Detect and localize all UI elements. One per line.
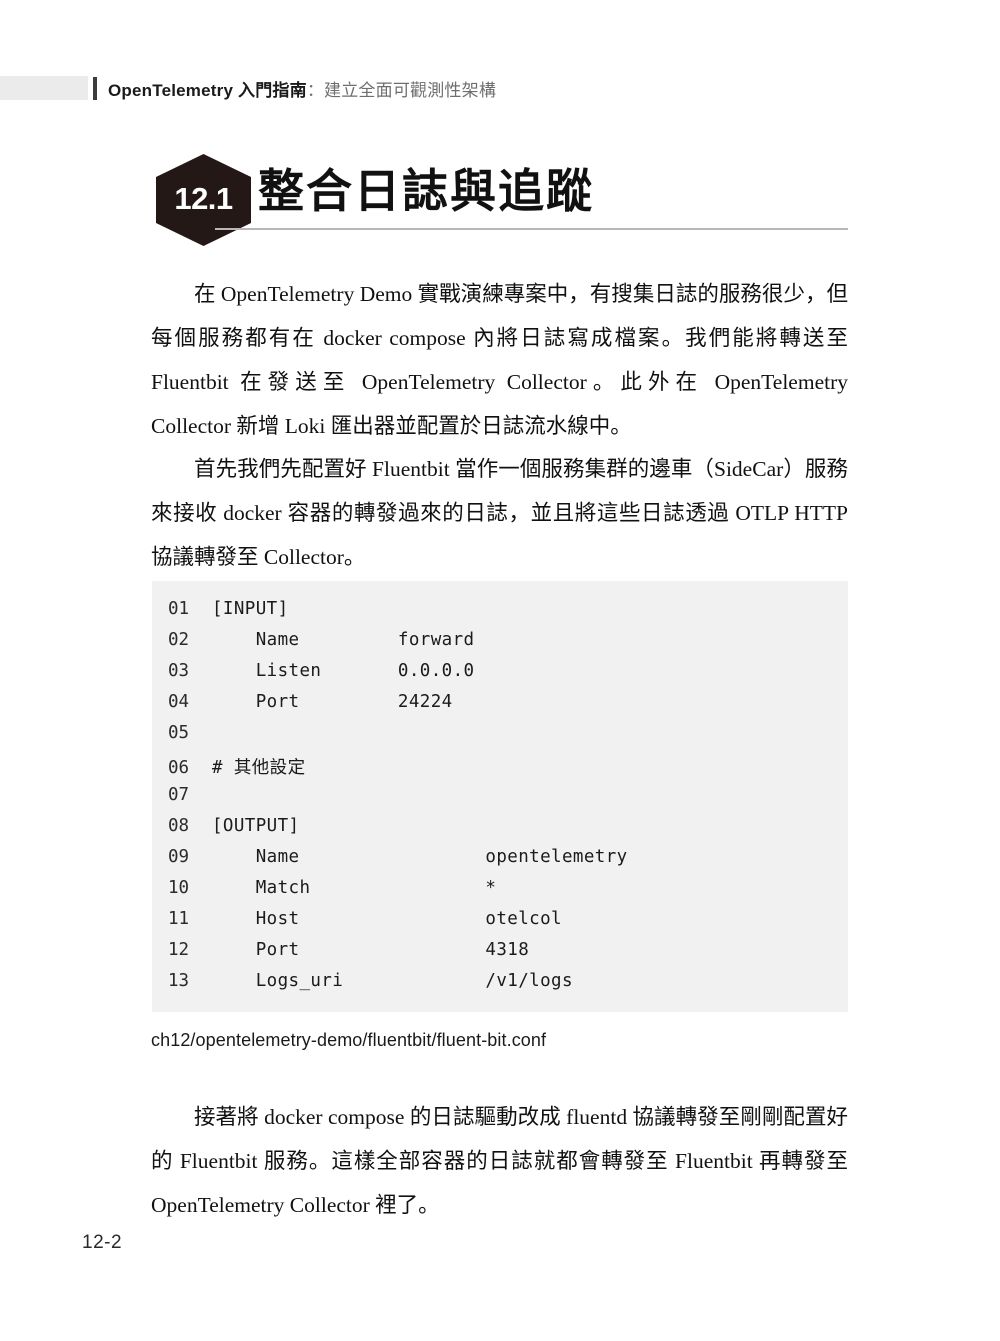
code-line: 07	[152, 785, 848, 816]
section-heading: 12.1 整合日誌與追蹤	[152, 150, 852, 250]
paragraph-1: 在 OpenTelemetry Demo 實戰演練專案中，有搜集日誌的服務很少，…	[151, 282, 848, 438]
running-head-tick-mark	[93, 76, 97, 100]
code-line: 08 [OUTPUT]	[152, 816, 848, 847]
code-line-number: 01	[168, 599, 190, 619]
code-line: 03 Listen 0.0.0.0	[152, 661, 848, 692]
code-line-number: 04	[168, 692, 190, 712]
code-line-number: 09	[168, 847, 190, 867]
code-line: 01 [INPUT]	[152, 599, 848, 630]
code-line-text: Logs_uri /v1/logs	[212, 971, 573, 991]
section-number: 12.1	[174, 181, 233, 216]
code-line-text: Name forward	[212, 630, 475, 650]
code-line-number: 07	[168, 785, 190, 805]
code-line-number: 13	[168, 971, 190, 991]
code-line-text: # 其他設定	[212, 758, 306, 778]
code-line-text: Name opentelemetry	[212, 847, 628, 867]
code-line-text: [INPUT]	[212, 599, 289, 619]
paragraph-2: 首先我們先配置好 Fluentbit 當作一個服務集群的邊車（SideCar）服…	[151, 457, 848, 569]
running-head-gray-block	[0, 76, 88, 100]
section-title: 整合日誌與追蹤	[258, 164, 594, 218]
running-head-text: OpenTelemetry 入門指南：建立全面可觀測性架構	[108, 76, 496, 101]
code-line-number: 05	[168, 723, 190, 743]
code-line-number: 03	[168, 661, 190, 681]
code-line-number: 08	[168, 816, 190, 836]
section-number-hexagon-badge: 12.1	[156, 154, 251, 246]
page-number: 12-2	[82, 1232, 123, 1253]
code-line: 11 Host otelcol	[152, 909, 848, 940]
code-line-text: Port 4318	[212, 940, 530, 960]
code-line-text: Port 24224	[212, 692, 453, 712]
code-line-number: 10	[168, 878, 190, 898]
code-line-number: 12	[168, 940, 190, 960]
code-block: 01 [INPUT] 02 Name forward 03 Listen 0.0…	[152, 581, 848, 1012]
code-line: 06 # 其他設定	[152, 754, 848, 785]
code-block-caption: ch12/opentelemetry-demo/fluentbit/fluent…	[151, 1030, 547, 1050]
running-head-title: OpenTelemetry 入門指南	[108, 80, 307, 100]
code-line-text: Listen 0.0.0.0	[212, 661, 475, 681]
section-title-underline	[215, 228, 848, 230]
code-line: 02 Name forward	[152, 630, 848, 661]
code-line: 05	[152, 723, 848, 754]
code-line-text: [OUTPUT]	[212, 816, 300, 836]
code-line-number: 06	[168, 758, 190, 778]
code-line: 12 Port 4318	[152, 940, 848, 971]
code-line-number: 02	[168, 630, 190, 650]
running-head: OpenTelemetry 入門指南：建立全面可觀測性架構	[0, 73, 1000, 103]
code-line: 04 Port 24224	[152, 692, 848, 723]
code-line-text: Host otelcol	[212, 909, 562, 929]
paragraph-3: 接著將 docker compose 的日誌驅動改成 fluentd 協議轉發至…	[151, 1105, 848, 1217]
code-line-text: Match *	[212, 878, 497, 898]
code-line-number: 11	[168, 909, 190, 929]
code-line: 13 Logs_uri /v1/logs	[152, 971, 848, 1002]
code-line: 10 Match *	[152, 878, 848, 909]
code-line: 09 Name opentelemetry	[152, 847, 848, 878]
running-head-subtitle: ：建立全面可觀測性架構	[306, 80, 497, 100]
